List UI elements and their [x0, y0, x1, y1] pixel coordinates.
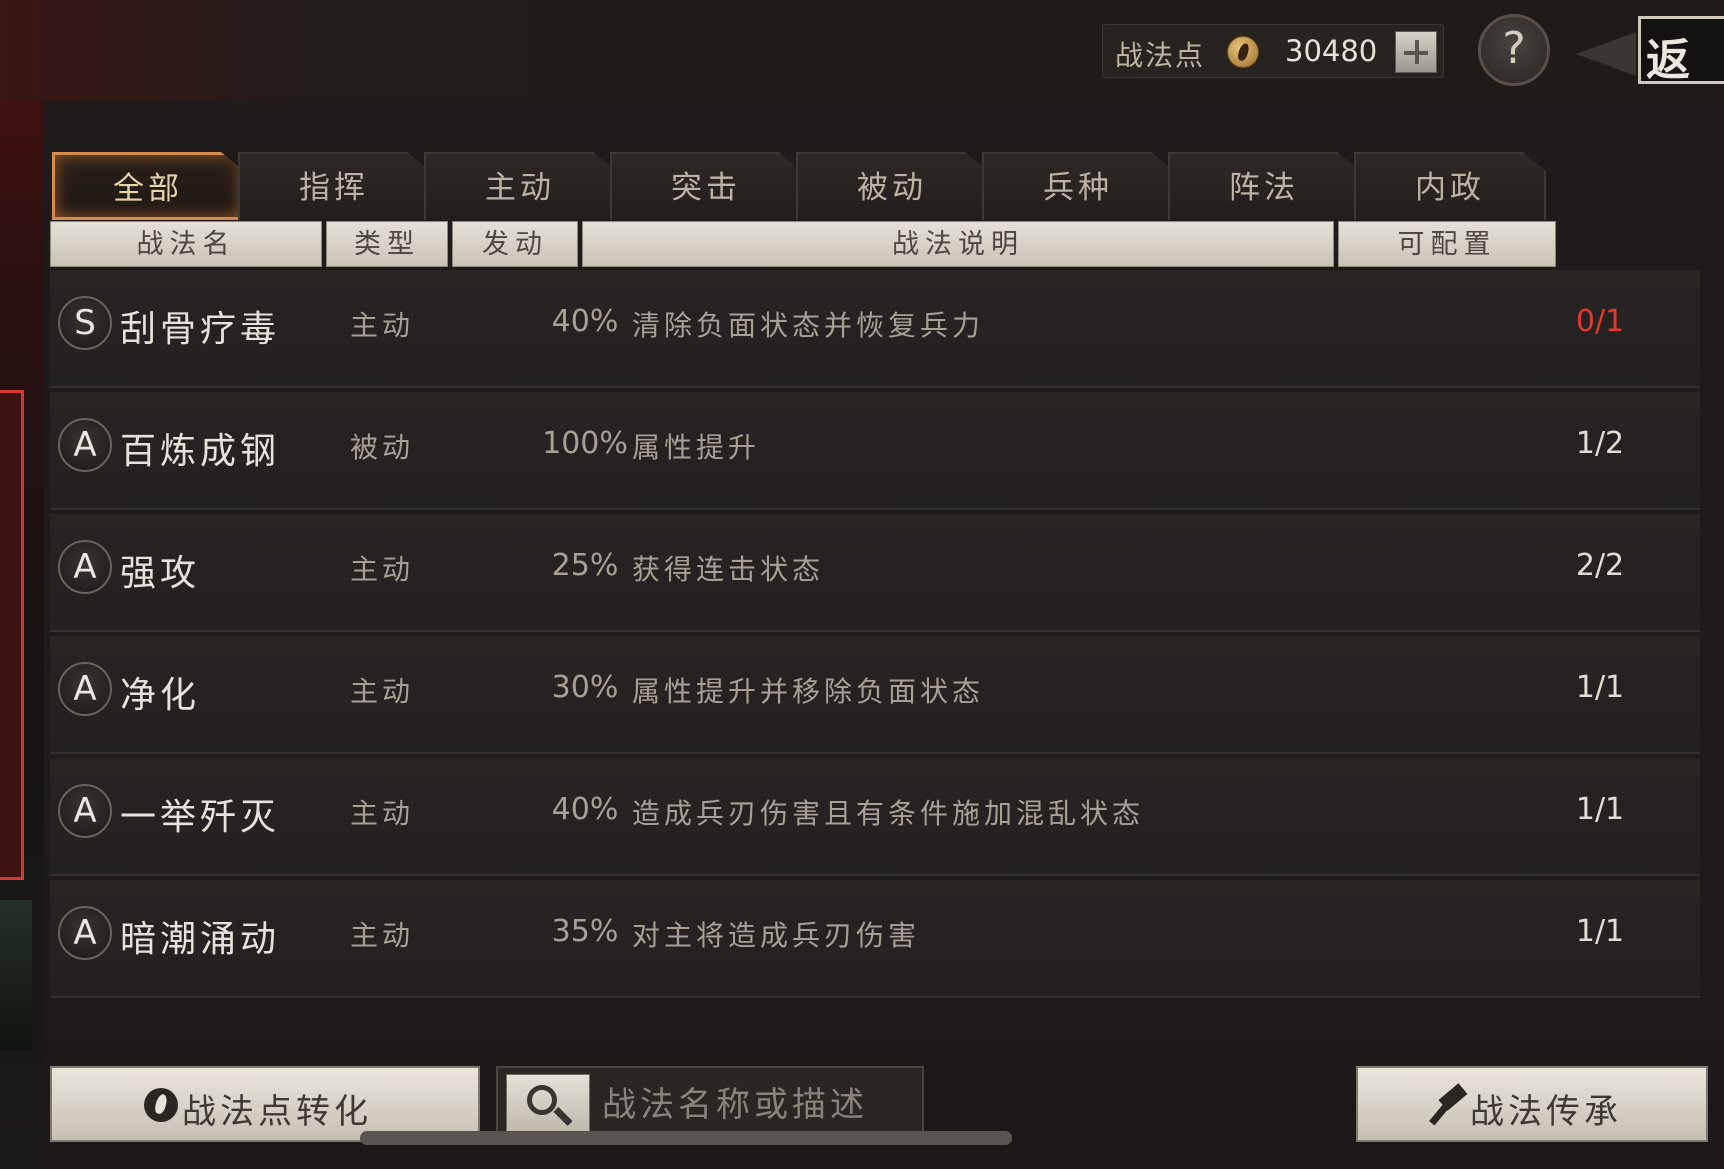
tab-0[interactable]: 全部 — [52, 152, 244, 220]
left-decoration-lower — [0, 900, 32, 1050]
skill-configurable-count: 1/1 — [1575, 670, 1625, 705]
skill-trigger-rate: 35% — [551, 914, 619, 949]
add-skill-points-button[interactable] — [1395, 31, 1437, 73]
header-type: 类型 — [326, 221, 448, 267]
tab-5[interactable]: 兵种 — [982, 152, 1174, 220]
skill-inheritance-button[interactable]: 战法传承 — [1356, 1066, 1708, 1142]
tab-7[interactable]: 内政 — [1354, 152, 1546, 220]
skill-type: 主动 — [350, 309, 415, 342]
skill-trigger-rate: 40% — [551, 792, 619, 827]
screen: 战法点 30480 ? 返回 全部指挥主动突击被动兵种阵法内政 战法名 类型 发… — [0, 0, 1724, 1169]
skill-name: 百炼成钢 — [120, 431, 281, 472]
skill-trigger-rate: 30% — [551, 670, 619, 705]
skill-name: 强攻 — [120, 553, 201, 594]
category-tabs: 全部 指挥 主动 突击 被动 兵种 阵法 内政 — [52, 152, 1692, 220]
skill-description: 属性提升 — [632, 431, 761, 464]
skill-points-value: 30480 — [1285, 34, 1378, 68]
search-lens — [527, 1085, 557, 1115]
back-arrow-icon — [1576, 32, 1636, 76]
skill-grade-badge: S — [58, 296, 112, 350]
skill-grade-badge: A — [58, 906, 112, 960]
tab-4[interactable]: 被动 — [796, 152, 988, 220]
skill-description: 属性提升并移除负面状态 — [632, 675, 985, 708]
skill-description: 获得连击状态 — [632, 553, 825, 586]
tab-1[interactable]: 指挥 — [238, 152, 430, 220]
skill-name: 一举歼灭 — [120, 797, 281, 838]
skill-row[interactable]: A 暗潮涌动 主动 35% 对主将造成兵刃伤害 1/1 — [50, 880, 1700, 998]
skill-configurable-count: 2/2 — [1575, 548, 1625, 583]
skill-points-display: 战法点 30480 — [1102, 24, 1444, 78]
skill-type: 主动 — [350, 919, 415, 952]
header-name: 战法名 — [50, 221, 322, 267]
skill-configurable-count: 0/1 — [1575, 304, 1625, 339]
tab-2[interactable]: 主动 — [424, 152, 616, 220]
header-description: 战法说明 — [582, 221, 1334, 267]
skill-type: 主动 — [350, 797, 415, 830]
skill-description: 造成兵刃伤害且有条件施加混乱状态 — [632, 797, 1145, 830]
skill-row[interactable]: A 净化 主动 30% 属性提升并移除负面状态 1/1 — [50, 636, 1700, 754]
skill-description: 清除负面状态并恢复兵力 — [632, 309, 985, 342]
skill-points-label: 战法点 — [1115, 39, 1206, 72]
skill-point-drop-icon — [144, 1088, 178, 1122]
skill-list[interactable]: S 刮骨疗毒 主动 40% 清除负面状态并恢复兵力 0/1 A 百炼成钢 被动 100% 属性提升 1… — [50, 270, 1700, 1040]
home-indicator — [360, 1131, 1012, 1145]
skill-row[interactable]: A 百炼成钢 被动 100% 属性提升 1/2 — [50, 392, 1700, 510]
skill-row[interactable]: A 一举歼灭 主动 40% 造成兵刃伤害且有条件施加混乱状态 1/1 — [50, 758, 1700, 876]
tab-3[interactable]: 突击 — [610, 152, 802, 220]
skill-type: 被动 — [350, 431, 415, 464]
skill-configurable-count: 1/2 — [1575, 426, 1625, 461]
convert-button-label: 战法点转化 — [182, 1092, 372, 1132]
skill-row[interactable]: A 强攻 主动 25% 获得连击状态 2/2 — [50, 514, 1700, 632]
table-header: 战法名 类型 发动 战法说明 可配置 — [50, 221, 1712, 267]
skill-configurable-count: 1/1 — [1575, 792, 1625, 827]
skill-row[interactable]: S 刮骨疗毒 主动 40% 清除负面状态并恢复兵力 0/1 — [50, 270, 1700, 388]
skill-name: 暗潮涌动 — [120, 919, 281, 960]
skill-grade-badge: A — [58, 662, 112, 716]
search-handle — [553, 1106, 573, 1127]
skill-description: 对主将造成兵刃伤害 — [632, 919, 921, 952]
hammer-icon — [1429, 1083, 1468, 1126]
help-button[interactable]: ? — [1478, 14, 1550, 86]
back-button[interactable]: 返回 — [1576, 10, 1724, 150]
search-icon[interactable] — [506, 1074, 590, 1136]
inheritance-button-label: 战法传承 — [1470, 1092, 1622, 1132]
skill-grade-badge: A — [58, 540, 112, 594]
skill-trigger-rate: 40% — [551, 304, 619, 339]
skill-name: 刮骨疗毒 — [120, 309, 281, 350]
top-bar: 战法点 30480 ? 返回 — [0, 0, 1724, 150]
skill-name: 净化 — [120, 675, 201, 716]
skill-grade-badge: A — [58, 418, 112, 472]
skill-point-coin-icon — [1227, 36, 1259, 68]
skill-grade-badge: A — [58, 784, 112, 838]
search-input[interactable] — [602, 1080, 912, 1130]
tab-6[interactable]: 阵法 — [1168, 152, 1360, 220]
skill-type: 主动 — [350, 553, 415, 586]
hammer-handle — [1429, 1102, 1450, 1126]
skill-trigger-rate: 25% — [551, 548, 619, 583]
skill-trigger-rate: 100% — [542, 426, 628, 461]
left-hero-card-edge[interactable] — [0, 390, 24, 880]
header-rate: 发动 — [452, 221, 578, 267]
skill-type: 主动 — [350, 675, 415, 708]
header-configurable: 可配置 — [1338, 221, 1556, 267]
skill-configurable-count: 1/1 — [1575, 914, 1625, 949]
